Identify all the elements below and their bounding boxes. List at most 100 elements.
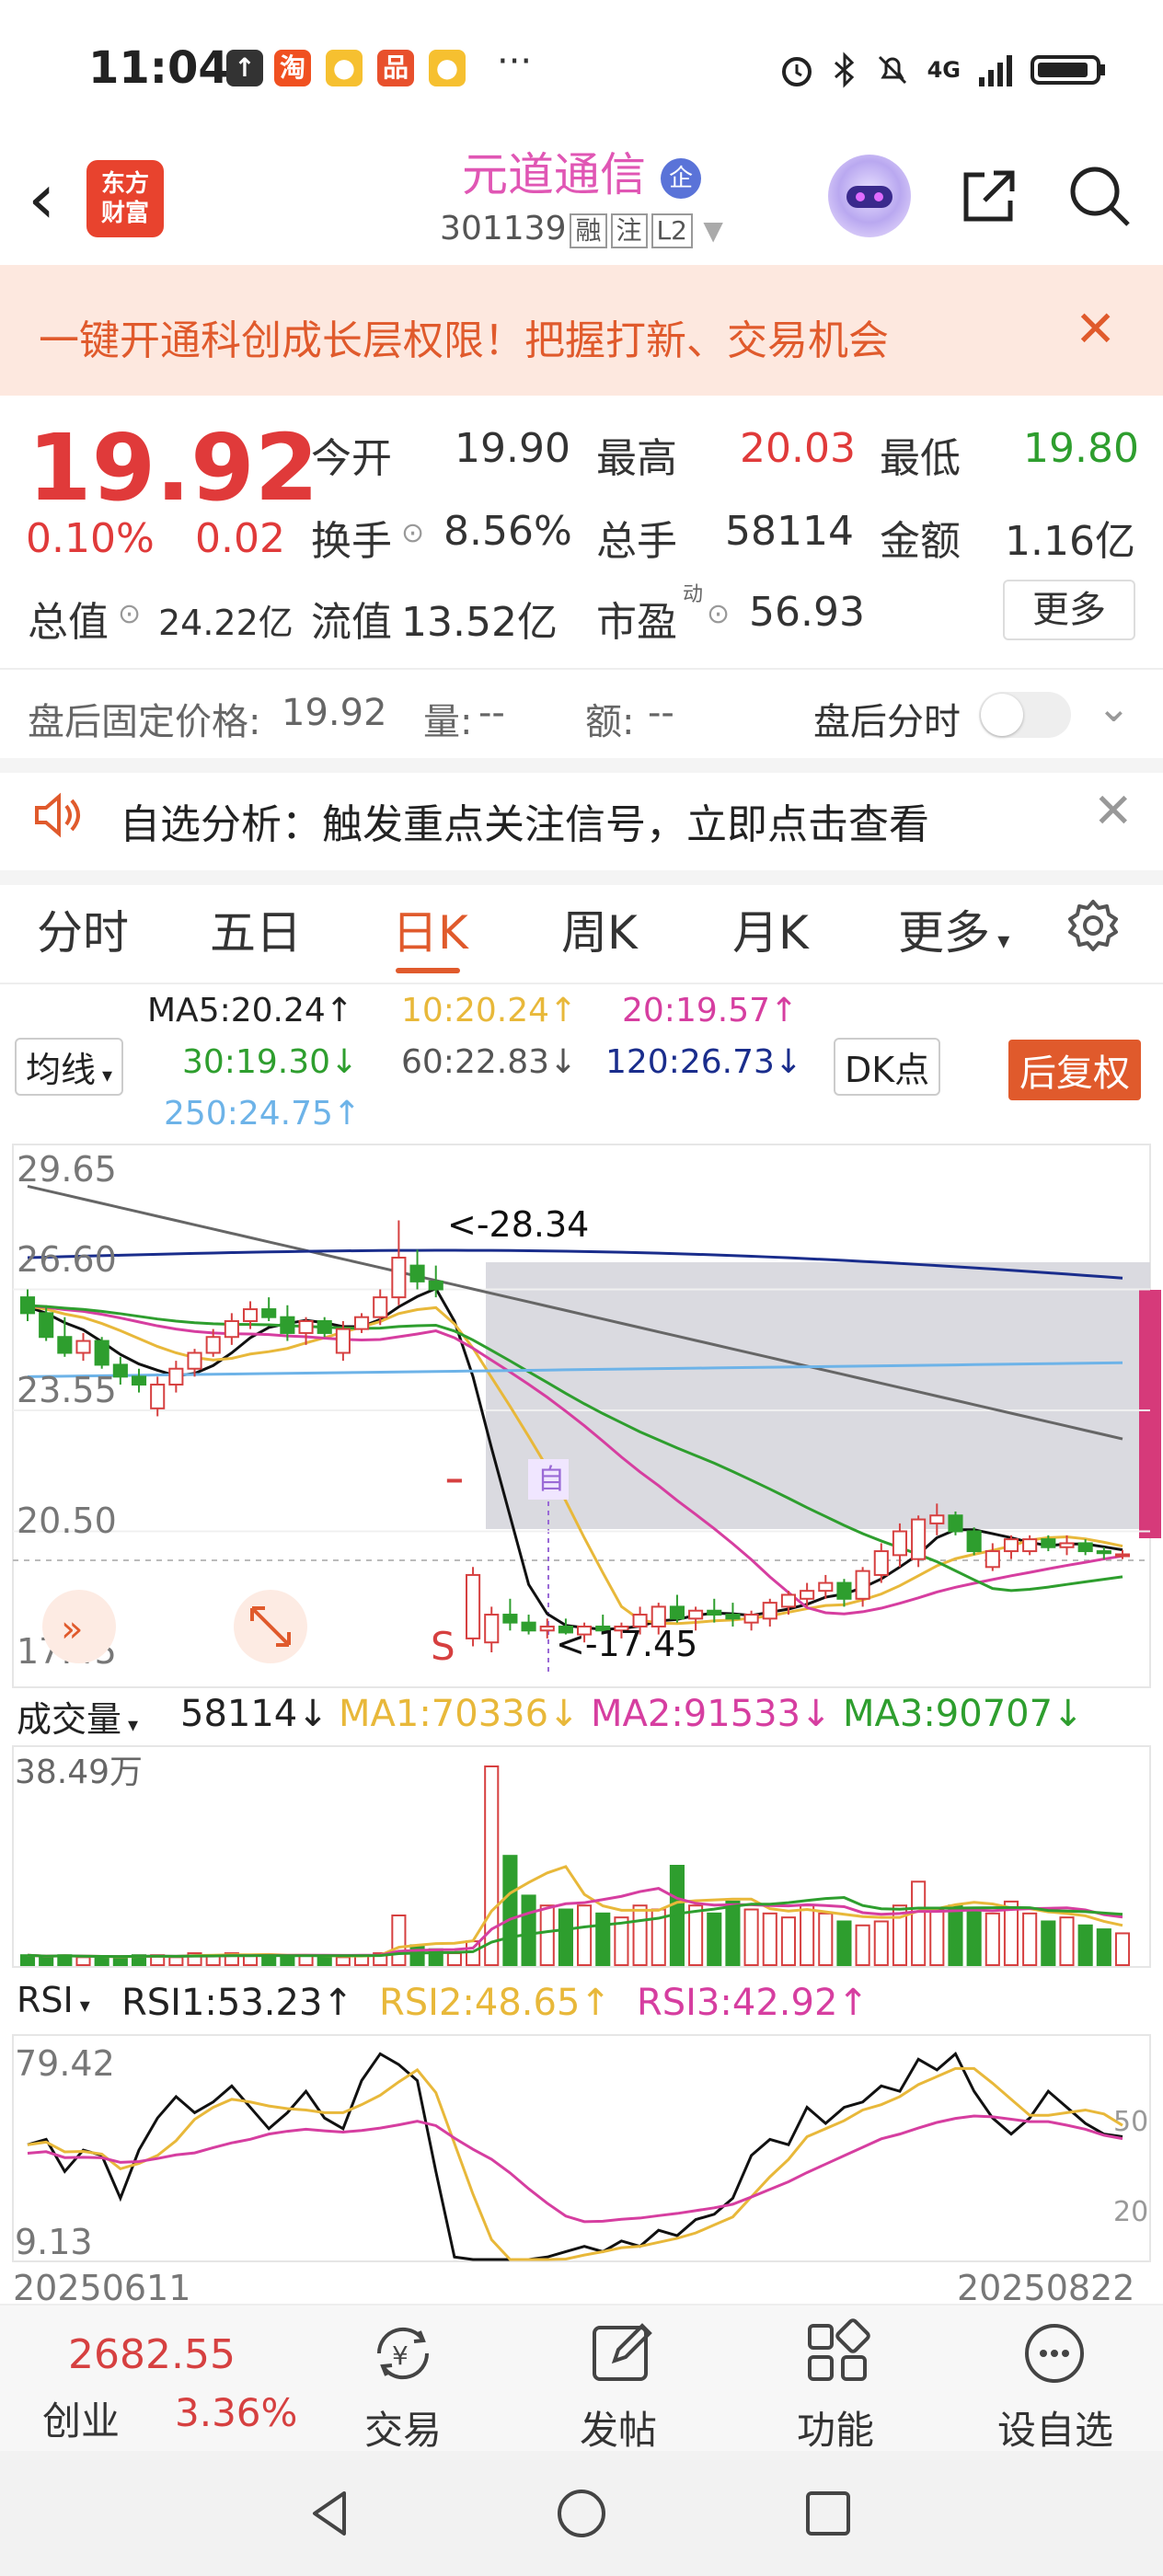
share-icon[interactable]: [957, 164, 1021, 228]
volume-bar: [280, 1956, 295, 1967]
rsi2-line: [27, 2066, 1123, 2261]
speaker-icon: [35, 792, 80, 838]
volume-bar: [94, 1956, 109, 1967]
signal-icon: [979, 55, 1012, 86]
more-button[interactable]: 更多: [1003, 580, 1135, 640]
weibo-icon: ●: [326, 50, 363, 86]
stock-name: 元道通信: [462, 148, 647, 201]
nav-recents-icon[interactable]: [800, 2486, 856, 2541]
assistant-avatar[interactable]: [828, 155, 911, 237]
adjust-button[interactable]: 后复权: [1008, 1040, 1141, 1100]
tab-more-label: 更多: [898, 906, 990, 960]
analysis-text[interactable]: 自选分析：触发重点关注信号，立即点击查看: [120, 791, 929, 850]
volume-bar: [762, 1912, 777, 1966]
tab-weekly-k[interactable]: 周K: [561, 896, 638, 962]
volume-bar: [688, 1904, 704, 1966]
info-icon[interactable]: ⊙: [401, 517, 424, 549]
tab-five-day[interactable]: 五日: [210, 896, 302, 962]
candle-body: [521, 1621, 536, 1632]
index-change[interactable]: 3.36%: [175, 2390, 297, 2435]
tab-more[interactable]: 更多 ▾: [898, 896, 1009, 962]
promo-banner-text[interactable]: 一键开通科创成长层权限！把握打新、交易机会: [39, 307, 889, 366]
kline-chart[interactable]: 29.65 26.60 23.55 20.50 17.45 <-28.34 <-…: [0, 1141, 1163, 1693]
index-value[interactable]: 2682.55: [68, 2331, 236, 2378]
rsi-chart[interactable]: 79.42 9.13 50 20 20250611 20250822: [0, 2033, 1163, 2304]
tab-intraday[interactable]: 分时: [37, 896, 129, 962]
after-hours-toggle[interactable]: [979, 692, 1071, 738]
trade-label[interactable]: 交易: [364, 2399, 442, 2455]
y-tick-1: 26.60: [17, 1239, 117, 1280]
candle-body: [466, 1573, 481, 1639]
chevron-down-icon[interactable]: ⌄: [1097, 684, 1131, 731]
watch-label[interactable]: 设自选: [997, 2399, 1113, 2455]
volume-bar: [558, 1908, 573, 1967]
candle-body: [187, 1351, 202, 1370]
volume-bar: [780, 1916, 797, 1967]
candle-body: [1022, 1538, 1038, 1553]
status-right: 4G: [778, 52, 1108, 88]
double-chevron-right-icon: »: [61, 1608, 83, 1650]
change-value: 0.02: [195, 515, 285, 562]
after-hours-qty-label: 量:: [423, 701, 473, 743]
info-icon[interactable]: ⊙: [118, 598, 141, 630]
search-icon[interactable]: [1067, 164, 1132, 228]
candle-body: [317, 1319, 332, 1334]
volume-bar: [725, 1900, 741, 1967]
candle-body: [1114, 1553, 1131, 1558]
stock-code: 301139: [440, 210, 567, 247]
candle-body: [168, 1367, 184, 1386]
volume-chart[interactable]: 38.49万: [0, 1744, 1163, 1969]
triangle-down-icon: ▾: [73, 1995, 90, 2018]
functions-label[interactable]: 功能: [797, 2399, 874, 2455]
open-label: 今开: [311, 435, 392, 482]
ma60-value: 60:22.83↓: [401, 1043, 578, 1081]
volume-label: 总手: [596, 518, 677, 565]
volume-bar: [391, 1915, 407, 1966]
volume-bar: [409, 1944, 425, 1966]
rsi-selector[interactable]: RSI ▾: [13, 1978, 94, 2022]
close-icon[interactable]: ✕: [1075, 300, 1116, 358]
tab-daily-k[interactable]: 日K: [392, 896, 468, 962]
nav-back-icon[interactable]: [304, 2486, 359, 2541]
status-bar: 11:04 ↑ 淘 ● 品 ● ··· 4G: [0, 0, 1163, 138]
candle-body: [800, 1590, 815, 1600]
volume-value: 58114: [725, 508, 854, 555]
range-box: [486, 1262, 1150, 1529]
grid-icon[interactable]: [799, 2315, 876, 2392]
volume-ma1: MA1:70336↓: [339, 1693, 580, 1735]
candle-body: [298, 1319, 314, 1334]
high-marker: <-28.34: [447, 1204, 589, 1245]
change-pct: 0.10%: [26, 515, 155, 562]
after-hours-toggle-label: 盘后分时: [813, 701, 961, 743]
tab-monthly-k[interactable]: 月K: [732, 896, 809, 962]
low-label: 最低: [880, 435, 961, 482]
post-icon[interactable]: [583, 2315, 661, 2392]
volume-ma3: MA3:90707↓: [843, 1693, 1084, 1735]
ma-selector[interactable]: 均线 ▾: [15, 1038, 124, 1096]
turnover-value: 8.56%: [443, 508, 572, 555]
gear-icon[interactable]: [1065, 898, 1121, 953]
rsi-bottom-label: 9.13: [15, 2222, 93, 2262]
post-label[interactable]: 发帖: [580, 2399, 657, 2455]
volume-selector[interactable]: 成交量 ▾: [13, 1689, 143, 1743]
y-tick-0: 29.65: [17, 1149, 117, 1190]
candle-body: [446, 1478, 462, 1483]
trade-icon[interactable]: ¥: [364, 2315, 442, 2392]
candle-body: [929, 1514, 945, 1524]
mute-icon: [878, 55, 906, 85]
add-watch-icon[interactable]: [1016, 2315, 1093, 2392]
info-icon[interactable]: ⊙: [707, 598, 730, 630]
dk-button[interactable]: DK点: [834, 1038, 941, 1096]
index-name[interactable]: 创业: [42, 2390, 120, 2446]
candle-body: [836, 1581, 852, 1600]
volume-bar: [1114, 1932, 1131, 1967]
volume-bar: [335, 1956, 351, 1967]
float-label: 流值: [311, 599, 392, 646]
close-icon[interactable]: ✕: [1093, 784, 1134, 839]
triangle-down-icon: ▾: [121, 1714, 139, 1737]
candle-body: [373, 1296, 388, 1318]
candle-body: [966, 1530, 982, 1553]
svg-text:¥: ¥: [392, 2340, 409, 2371]
nav-home-icon[interactable]: [554, 2486, 609, 2541]
candle-body: [911, 1518, 927, 1560]
